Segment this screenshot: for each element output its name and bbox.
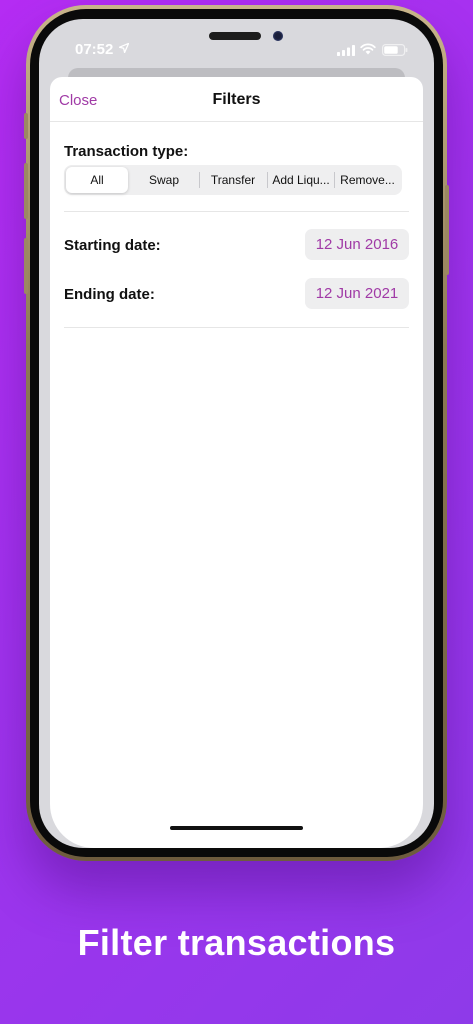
- speaker-grille: [209, 32, 261, 40]
- section-divider: [64, 211, 409, 212]
- wifi-icon: [360, 43, 376, 55]
- battery-icon: [382, 44, 408, 56]
- segment-remove-liquidity[interactable]: Remove...: [335, 167, 400, 193]
- segment-add-liquidity[interactable]: Add Liqu...: [268, 167, 334, 193]
- cellular-signal-icon: [337, 45, 355, 56]
- filters-sheet: Close Filters Transaction type: All Swap…: [50, 77, 423, 848]
- side-button: [24, 113, 28, 139]
- promo-caption: Filter transactions: [77, 922, 396, 963]
- segment-transfer[interactable]: Transfer: [200, 167, 266, 193]
- section-divider: [64, 327, 409, 328]
- segment-swap[interactable]: Swap: [130, 167, 198, 193]
- starting-date-label: Starting date:: [64, 237, 161, 254]
- status-time: 07:52: [75, 41, 114, 58]
- power-button: [445, 185, 449, 275]
- phone-screen: 07:52 Close Filters Transaction type: Al…: [39, 19, 434, 848]
- ending-date-label: Ending date:: [64, 286, 155, 303]
- transaction-type-selector: All Swap Transfer Add Liqu... Remove...: [64, 165, 402, 195]
- segment-all[interactable]: All: [66, 167, 128, 193]
- volume-up-button: [24, 163, 28, 219]
- starting-date-picker[interactable]: 12 Jun 2016: [305, 229, 409, 260]
- transaction-type-label: Transaction type:: [64, 143, 189, 160]
- location-arrow-icon: [119, 43, 129, 53]
- navigation-bar: Close Filters: [50, 77, 423, 122]
- home-indicator[interactable]: [170, 826, 303, 830]
- status-bar: 07:52: [39, 19, 434, 69]
- volume-down-button: [24, 238, 28, 294]
- ending-date-picker[interactable]: 12 Jun 2021: [305, 278, 409, 309]
- front-camera: [273, 31, 283, 41]
- page-title: Filters: [212, 91, 261, 108]
